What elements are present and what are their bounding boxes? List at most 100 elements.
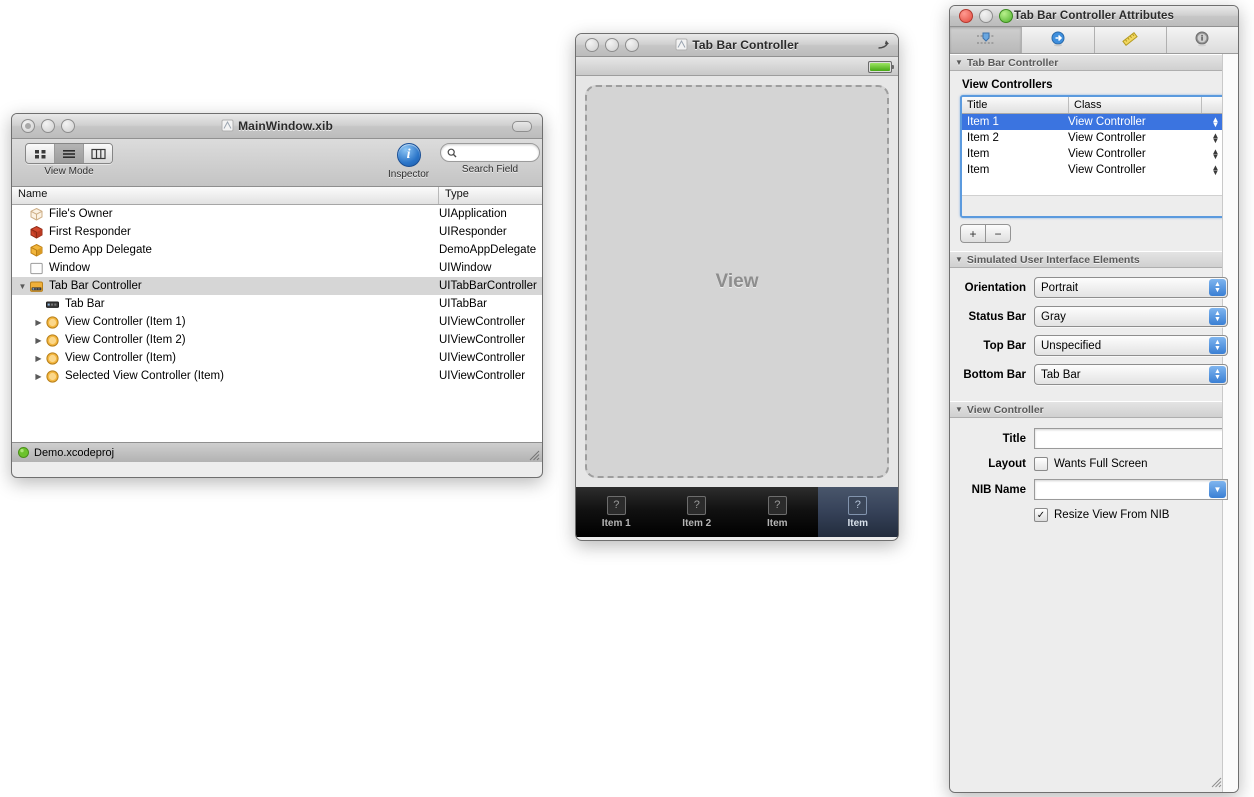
view-controllers-row[interactable]: ItemView Controller▲▼: [962, 162, 1226, 178]
simulated-tab-bar[interactable]: ?Item 1?Item 2?Item?Item: [576, 487, 898, 537]
disclosure-triangle-closed-icon[interactable]: ▶: [32, 372, 45, 381]
window-traffic-lights[interactable]: [21, 119, 75, 133]
view-controller-title-cell[interactable]: Item: [962, 164, 1063, 176]
wants-full-screen-checkbox-group[interactable]: Wants Full Screen: [1034, 457, 1148, 471]
simulated-field-popup[interactable]: Portrait▲▼: [1034, 277, 1228, 298]
disclosure-triangle-icon[interactable]: ▼: [955, 255, 963, 264]
simulated-field-popup[interactable]: Tab Bar▲▼: [1034, 364, 1228, 385]
view-mode-column-view[interactable]: [84, 144, 112, 163]
row-stepper-icon[interactable]: ▲▼: [1210, 117, 1221, 127]
outline-row[interactable]: Tab BarUITabBar: [12, 295, 542, 313]
inspector-tab-bar[interactable]: [950, 27, 1238, 54]
simulator-canvas[interactable]: View: [576, 76, 898, 487]
info-orb-icon[interactable]: i: [397, 143, 421, 167]
view-mode-icon-view[interactable]: [26, 144, 55, 163]
tab-identity[interactable]: [1167, 27, 1238, 53]
wants-full-screen-checkbox[interactable]: [1034, 457, 1048, 471]
title-field-wrapper[interactable]: [1034, 428, 1228, 449]
tab-connections[interactable]: [1022, 27, 1094, 53]
zoom-button[interactable]: [999, 9, 1013, 23]
title-input[interactable]: [1035, 429, 1227, 448]
view-controller-class-cell[interactable]: View Controller: [1063, 116, 1210, 128]
toolbar-toggle-button[interactable]: [512, 121, 532, 132]
minimize-button[interactable]: [41, 119, 55, 133]
outline-row[interactable]: File's OwnerUIApplication: [12, 205, 542, 223]
outline-row[interactable]: ▶View Controller (Item 2)UIViewControlle…: [12, 331, 542, 349]
column-header-type[interactable]: Type: [439, 187, 469, 204]
view-controller-title-cell[interactable]: Item: [962, 148, 1063, 160]
simulated-field-popup[interactable]: Gray▲▼: [1034, 306, 1228, 327]
row-stepper-icon[interactable]: ▲▼: [1210, 133, 1221, 143]
close-button[interactable]: [21, 119, 35, 133]
outline-row[interactable]: WindowUIWindow: [12, 259, 542, 277]
resize-view-checkbox[interactable]: ✓: [1034, 508, 1048, 522]
tab-bar-item[interactable]: ?Item: [737, 487, 818, 537]
popup-stepper-icon[interactable]: ▲▼: [1209, 279, 1226, 296]
tab-bar-item[interactable]: ?Item 2: [657, 487, 738, 537]
outline-row[interactable]: ▼Tab Bar ControllerUITabBarController: [12, 277, 542, 295]
disclosure-triangle-icon[interactable]: ▼: [955, 405, 963, 414]
column-header-name[interactable]: Name: [12, 187, 439, 204]
disclosure-triangle-icon[interactable]: ▼: [955, 58, 963, 67]
close-button[interactable]: [959, 9, 973, 23]
resize-view-checkbox-group[interactable]: ✓ Resize View From NIB: [1034, 508, 1169, 522]
inspector-resize-grip[interactable]: [1208, 774, 1222, 791]
placeholder-view[interactable]: View: [585, 85, 889, 478]
popup-stepper-icon[interactable]: ▲▼: [1209, 308, 1226, 325]
tab-bar-item[interactable]: ?Item 1: [576, 487, 657, 537]
document-window[interactable]: MainWindow.xib View Mode i Inspe: [11, 113, 543, 478]
tab-attributes[interactable]: [950, 27, 1022, 53]
nib-name-input[interactable]: [1035, 480, 1227, 499]
zoom-button[interactable]: [625, 38, 639, 52]
view-controller-title-cell[interactable]: Item 2: [962, 132, 1063, 144]
chevron-down-icon[interactable]: ▼: [1209, 481, 1226, 498]
section-header-tab-bar-controller[interactable]: ▼ Tab Bar Controller: [950, 54, 1238, 71]
tab-size[interactable]: [1095, 27, 1167, 53]
simulated-field-popup[interactable]: Unspecified▲▼: [1034, 335, 1228, 356]
inspector-button[interactable]: i Inspector: [388, 143, 429, 180]
simulator-traffic-lights[interactable]: [585, 38, 639, 52]
tab-bar-item[interactable]: ?Item: [818, 487, 899, 537]
view-controller-class-cell[interactable]: View Controller: [1063, 164, 1210, 176]
add-view-controller-button[interactable]: +: [960, 224, 985, 243]
view-mode-list-view[interactable]: [55, 144, 84, 163]
zoom-button[interactable]: [61, 119, 75, 133]
remove-view-controller-button[interactable]: −: [985, 224, 1011, 243]
inspector-scrollbar[interactable]: [1222, 54, 1238, 793]
section-header-view-controller[interactable]: ▼ View Controller: [950, 401, 1238, 418]
search-field-group[interactable]: Search Field: [440, 143, 540, 175]
inspector-traffic-lights[interactable]: [959, 9, 1013, 23]
search-input-wrapper[interactable]: [440, 143, 540, 162]
simulator-window[interactable]: Tab Bar Controller View ?Item 1?Item 2?I…: [575, 33, 899, 541]
disclosure-triangle-closed-icon[interactable]: ▶: [32, 354, 45, 363]
view-controller-class-cell[interactable]: View Controller: [1063, 132, 1210, 144]
outline-row[interactable]: ▶View Controller (Item)UIViewController: [12, 349, 542, 367]
view-controllers-row[interactable]: Item 1View Controller▲▼: [962, 114, 1226, 130]
view-controllers-add-remove[interactable]: + −: [960, 224, 1228, 243]
close-button[interactable]: [585, 38, 599, 52]
vct-column-title[interactable]: Title: [962, 97, 1069, 113]
document-outline-list[interactable]: File's OwnerUIApplicationFirst Responder…: [12, 205, 542, 442]
outline-row[interactable]: ▶Selected View Controller (Item)UIViewCo…: [12, 367, 542, 385]
search-input[interactable]: [461, 146, 533, 160]
disclosure-triangle-open-icon[interactable]: ▼: [16, 282, 29, 291]
popup-stepper-icon[interactable]: ▲▼: [1209, 366, 1226, 383]
view-controller-class-cell[interactable]: View Controller: [1063, 148, 1210, 160]
outline-row[interactable]: Demo App DelegateDemoAppDelegate: [12, 241, 542, 259]
inspector-titlebar[interactable]: Tab Bar Controller Attributes: [950, 6, 1238, 27]
document-window-titlebar[interactable]: MainWindow.xib: [12, 114, 542, 139]
view-mode-control[interactable]: View Mode: [25, 143, 113, 177]
resize-grip[interactable]: [526, 447, 540, 461]
view-controller-title-cell[interactable]: Item 1: [962, 116, 1063, 128]
row-stepper-icon[interactable]: ▲▼: [1210, 149, 1221, 159]
minimize-button[interactable]: [605, 38, 619, 52]
view-mode-segments[interactable]: [25, 143, 113, 164]
view-controllers-table[interactable]: Title Class Item 1View Controller▲▼Item …: [960, 95, 1228, 218]
nib-name-combo[interactable]: ▼: [1034, 479, 1228, 500]
simulator-titlebar[interactable]: Tab Bar Controller: [576, 34, 898, 57]
view-controllers-row[interactable]: Item 2View Controller▲▼: [962, 130, 1226, 146]
view-controllers-row[interactable]: ItemView Controller▲▼: [962, 146, 1226, 162]
row-stepper-icon[interactable]: ▲▼: [1210, 165, 1221, 175]
inspector-window[interactable]: Tab Bar Controller Attributes ▼: [949, 5, 1239, 793]
minimize-button[interactable]: [979, 9, 993, 23]
